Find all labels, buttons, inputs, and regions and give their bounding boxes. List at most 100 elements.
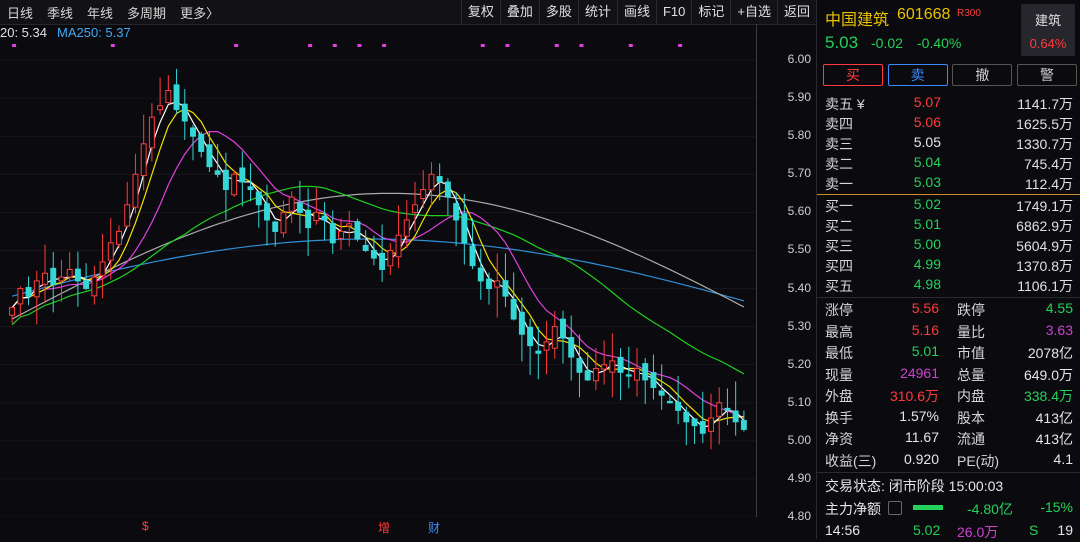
asks-level-1[interactable]: 卖五 ¥ 5.07 1141.7万 — [817, 93, 1080, 113]
stat-label: 市值 — [957, 345, 985, 361]
quote-header: 中国建筑 601668 R300 5.03 -0.02 -0.40% 建筑 0.… — [817, 0, 1080, 60]
candle — [362, 230, 369, 253]
draw-line-button[interactable]: 画线 — [616, 0, 656, 24]
back-button[interactable]: 返回 — [776, 0, 816, 24]
candle — [288, 191, 295, 224]
capital-increase-marker[interactable]: 增 — [378, 519, 390, 536]
bids-level-3[interactable]: 买三 5.00 5604.9万 — [817, 235, 1080, 255]
f10-button[interactable]: F10 — [655, 0, 691, 24]
level-volume: 1370.8万 — [1016, 258, 1073, 274]
candlestick-chart[interactable] — [0, 41, 756, 517]
level-label: 买一 — [825, 198, 853, 214]
asks-level-3[interactable]: 卖三 5.05 1330.7万 — [817, 133, 1080, 153]
level-label: 卖三 — [825, 136, 853, 152]
candle — [206, 132, 213, 172]
trade-volume: 26.0万 — [957, 524, 999, 540]
multi-stock-button[interactable]: 多股 — [538, 0, 578, 24]
candle — [272, 220, 279, 247]
trade-side: S — [1029, 522, 1039, 538]
level-label: 买三 — [825, 238, 853, 254]
level-label: 卖五 ¥ — [825, 96, 865, 112]
candle — [740, 410, 747, 432]
level-label: 买五 — [825, 278, 853, 294]
adjust-button[interactable]: 复权 — [460, 0, 500, 24]
stat-row: 最低 5.01 市值 2078亿 — [817, 341, 1080, 363]
tab-quarterly[interactable]: 季线 — [47, 3, 73, 22]
signal-dot — [12, 44, 17, 47]
stat-value: 4.1 — [1053, 450, 1073, 467]
candle — [346, 211, 353, 247]
stat-value: 24961 — [900, 364, 939, 381]
level-volume: 1330.7万 — [1016, 136, 1073, 152]
candle — [9, 306, 16, 324]
candle — [239, 151, 246, 207]
financial-report-marker[interactable]: 财 — [428, 519, 440, 536]
asks-level-2[interactable]: 卖四 5.06 1625.5万 — [817, 113, 1080, 133]
stat-label: 流通 — [957, 431, 985, 447]
level-label: 买二 — [825, 218, 853, 234]
stat-row: 外盘 310.6万 内盘 338.4万 — [817, 384, 1080, 406]
tab-daily[interactable]: 日线 — [7, 3, 33, 22]
overlay-button[interactable]: 叠加 — [499, 0, 539, 24]
trade-buttons: 买 卖 撤 警 — [823, 64, 1077, 86]
candle — [116, 225, 122, 249]
bids-level-4[interactable]: 买四 4.99 1370.8万 — [817, 255, 1080, 275]
event-markers: $ 增 财 — [0, 517, 756, 539]
info-icon[interactable] — [888, 501, 902, 515]
buy-button[interactable]: 买 — [823, 64, 883, 86]
mark-button[interactable]: 标记 — [691, 0, 730, 24]
level-price: 5.06 — [913, 114, 941, 130]
sector-badge[interactable]: 建筑 0.64% — [1021, 4, 1075, 56]
tab-multi-period[interactable]: 多周期 — [127, 3, 166, 22]
candle — [444, 178, 451, 216]
dividend-marker[interactable]: $ — [142, 519, 149, 533]
add-watchlist-button[interactable]: +自选 — [730, 0, 777, 24]
stat-label: 最低 — [825, 345, 853, 361]
level-price: 5.03 — [913, 174, 941, 190]
candle — [255, 191, 262, 228]
asks-level-5[interactable]: 卖一 5.03 112.4万 — [817, 173, 1080, 193]
chart-tools: 复权 叠加 多股 统计 画线 F10 标记 +自选 返回 — [460, 0, 816, 24]
tab-more[interactable]: 更多〉 — [180, 3, 219, 22]
stat-value: 310.6万 — [889, 388, 939, 404]
signal-dot — [332, 44, 337, 47]
bids-level-1[interactable]: 买一 5.02 1749.1万 — [817, 195, 1080, 215]
cancel-order-button[interactable]: 撤 — [952, 64, 1013, 86]
stat-value: 5.01 — [911, 343, 939, 359]
bids-level-2[interactable]: 买二 5.01 6862.9万 — [817, 215, 1080, 235]
price-tick: 5.00 — [787, 432, 811, 447]
level-volume: 1106.1万 — [1017, 278, 1073, 294]
candle — [198, 131, 205, 158]
price-tick: 5.20 — [787, 356, 811, 371]
sector-change: 0.64% — [1029, 36, 1067, 51]
price-tick: 6.00 — [787, 52, 811, 67]
stat-label: 最高 — [825, 323, 853, 340]
price-alert-button[interactable]: 警 — [1016, 64, 1077, 86]
bids-level-5[interactable]: 买五 4.98 1106.1万 — [817, 275, 1080, 295]
level-price: 5.02 — [913, 196, 941, 212]
stat-label: 股本 — [957, 409, 985, 426]
sell-button[interactable]: 卖 — [887, 64, 948, 86]
level-label: 卖一 — [825, 176, 853, 192]
price-tick: 5.80 — [787, 128, 811, 143]
quote-panel: 中国建筑 601668 R300 5.03 -0.02 -0.40% 建筑 0.… — [816, 0, 1080, 540]
candle — [535, 326, 542, 380]
candle — [568, 315, 575, 381]
candle — [354, 218, 361, 242]
candle — [477, 248, 484, 300]
candle — [436, 163, 443, 201]
stat-row: 涨停 5.56 跌停 4.55 — [817, 298, 1080, 320]
price-tick: 5.40 — [787, 280, 811, 295]
trading-status-value: 闭市阶段 15:00:03 — [888, 478, 1004, 494]
candle — [25, 276, 32, 306]
candle — [625, 346, 632, 389]
tab-yearly[interactable]: 年线 — [87, 3, 113, 22]
last-price: 5.03 — [825, 33, 859, 52]
candle — [181, 89, 188, 140]
candle — [428, 162, 435, 206]
stat-row: 收益(三) 0.920 PE(动) 4.1 — [817, 449, 1080, 471]
stat-value: 0.920 — [903, 450, 939, 467]
asks-level-4[interactable]: 卖二 5.04 745.4万 — [817, 153, 1080, 173]
trade-count: 19 — [1057, 522, 1073, 538]
stats-button[interactable]: 统计 — [577, 0, 617, 24]
